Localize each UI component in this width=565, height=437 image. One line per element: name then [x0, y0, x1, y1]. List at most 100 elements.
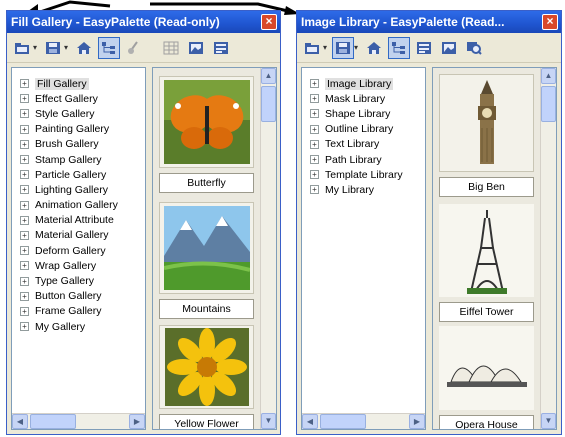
- scroll-thumb[interactable]: [320, 414, 366, 429]
- expand-icon[interactable]: +: [20, 139, 29, 149]
- expand-icon[interactable]: +: [20, 261, 29, 271]
- gallery-item-eiffel-tower[interactable]: Eiffel Tower: [439, 204, 534, 322]
- chevron-down-icon[interactable]: ▾: [323, 43, 327, 52]
- expand-icon[interactable]: +: [20, 94, 29, 104]
- chevron-down-icon[interactable]: ▾: [354, 43, 358, 52]
- expand-icon[interactable]: +: [20, 230, 29, 240]
- home-button[interactable]: [363, 37, 385, 59]
- thumbnail-view-button[interactable]: [438, 37, 460, 59]
- expand-icon[interactable]: +: [20, 155, 29, 165]
- yellow-flower-thumbnail[interactable]: [159, 325, 254, 409]
- expand-icon[interactable]: +: [20, 306, 29, 316]
- tree-item[interactable]: + Template Library: [302, 167, 425, 182]
- tree-item[interactable]: + Material Attribute: [12, 213, 145, 228]
- close-button[interactable]: ×: [261, 14, 277, 30]
- save-button[interactable]: [332, 36, 355, 59]
- expand-icon[interactable]: +: [310, 170, 319, 180]
- opera-house-thumbnail[interactable]: [439, 326, 534, 410]
- expand-icon[interactable]: +: [310, 139, 319, 149]
- open-folder-button[interactable]: [301, 37, 323, 59]
- tree-item[interactable]: + Painting Gallery: [12, 122, 145, 137]
- tree-item[interactable]: + My Gallery: [12, 319, 145, 334]
- tree-item[interactable]: + Button Gallery: [12, 289, 145, 304]
- expand-icon[interactable]: +: [20, 246, 29, 256]
- title-bar[interactable]: Fill Gallery - EasyPalette (Read-only) ×: [7, 11, 280, 33]
- big-ben-thumbnail[interactable]: [439, 74, 534, 172]
- scroll-left-button[interactable]: ◀: [12, 414, 28, 429]
- expand-icon[interactable]: +: [20, 276, 29, 286]
- horizontal-scrollbar[interactable]: ◀ ▶: [302, 413, 425, 429]
- expand-icon[interactable]: +: [310, 94, 319, 104]
- expand-icon[interactable]: +: [20, 291, 29, 301]
- scroll-right-button[interactable]: ▶: [129, 414, 145, 429]
- expand-icon[interactable]: +: [310, 79, 319, 89]
- tree-item[interactable]: + Fill Gallery: [12, 76, 145, 91]
- save-button[interactable]: [42, 37, 64, 59]
- mountains-thumbnail[interactable]: [159, 202, 254, 294]
- tree-view-button[interactable]: [98, 36, 121, 59]
- tree-item[interactable]: + Type Gallery: [12, 273, 145, 288]
- expand-icon[interactable]: +: [20, 185, 29, 195]
- butterfly-thumbnail[interactable]: [159, 76, 254, 168]
- tree-item[interactable]: + Lighting Gallery: [12, 182, 145, 197]
- home-button[interactable]: [73, 37, 95, 59]
- tree-item[interactable]: + Deform Gallery: [12, 243, 145, 258]
- scroll-right-button[interactable]: ▶: [409, 414, 425, 429]
- tree-item[interactable]: + Stamp Gallery: [12, 152, 145, 167]
- title-bar[interactable]: Image Library - EasyPalette (Read... ×: [297, 11, 561, 33]
- scroll-thumb[interactable]: [541, 86, 556, 122]
- expand-icon[interactable]: +: [20, 215, 29, 225]
- tree-item[interactable]: + Wrap Gallery: [12, 258, 145, 273]
- expand-icon[interactable]: +: [20, 200, 29, 210]
- gallery-item-opera-house[interactable]: Opera House: [439, 326, 534, 429]
- expand-icon[interactable]: +: [20, 79, 29, 89]
- expand-icon[interactable]: +: [20, 170, 29, 180]
- find-button[interactable]: [463, 37, 485, 59]
- tree-item[interactable]: + Style Gallery: [12, 106, 145, 121]
- scroll-left-button[interactable]: ◀: [302, 414, 318, 429]
- chevron-down-icon[interactable]: ▾: [33, 43, 37, 52]
- horizontal-scrollbar[interactable]: ◀ ▶: [12, 413, 145, 429]
- gallery-item-yellow-flower[interactable]: Yellow Flower: [159, 325, 254, 429]
- open-folder-button[interactable]: [11, 37, 33, 59]
- list-view-button[interactable]: [413, 37, 435, 59]
- tree-item[interactable]: + Brush Gallery: [12, 137, 145, 152]
- tree-item[interactable]: + Frame Gallery: [12, 304, 145, 319]
- tree-item[interactable]: + Text Library: [302, 137, 425, 152]
- tree-item[interactable]: + Shape Library: [302, 106, 425, 121]
- scroll-thumb[interactable]: [261, 86, 276, 122]
- scroll-up-button[interactable]: ▲: [261, 68, 276, 84]
- tree-item[interactable]: + Image Library: [302, 76, 425, 91]
- expand-icon[interactable]: +: [310, 124, 319, 134]
- tree-item[interactable]: + Particle Gallery: [12, 167, 145, 182]
- chevron-down-icon[interactable]: ▾: [64, 43, 68, 52]
- expand-icon[interactable]: +: [310, 109, 319, 119]
- gallery-item-butterfly[interactable]: Butterfly: [159, 76, 254, 193]
- tree-item[interactable]: + Animation Gallery: [12, 198, 145, 213]
- gallery-item-mountains[interactable]: Mountains: [159, 202, 254, 319]
- tree-item[interactable]: + Material Gallery: [12, 228, 145, 243]
- tree-view-button[interactable]: [388, 36, 411, 59]
- tree-item[interactable]: + Path Library: [302, 152, 425, 167]
- gallery-item-big-ben[interactable]: Big Ben: [439, 74, 534, 197]
- thumbnail-view-button[interactable]: [185, 37, 207, 59]
- scroll-down-button[interactable]: ▼: [541, 413, 556, 429]
- brush-button[interactable]: [123, 37, 145, 59]
- expand-icon[interactable]: +: [20, 109, 29, 119]
- list-view-button[interactable]: [210, 37, 232, 59]
- tree-item[interactable]: + Effect Gallery: [12, 91, 145, 106]
- eiffel-tower-thumbnail[interactable]: [439, 204, 534, 297]
- expand-icon[interactable]: +: [20, 322, 29, 332]
- tree-item[interactable]: + My Library: [302, 182, 425, 197]
- vertical-scrollbar[interactable]: ▲ ▼: [540, 68, 556, 429]
- close-button[interactable]: ×: [542, 14, 558, 30]
- vertical-scrollbar[interactable]: ▲ ▼: [260, 68, 276, 429]
- scroll-down-button[interactable]: ▼: [261, 413, 276, 429]
- scroll-thumb[interactable]: [30, 414, 76, 429]
- scroll-up-button[interactable]: ▲: [541, 68, 556, 84]
- tree-item[interactable]: + Mask Library: [302, 91, 425, 106]
- grid-view-button[interactable]: [160, 37, 182, 59]
- expand-icon[interactable]: +: [20, 124, 29, 134]
- tree-item[interactable]: + Outline Library: [302, 122, 425, 137]
- expand-icon[interactable]: +: [310, 185, 319, 195]
